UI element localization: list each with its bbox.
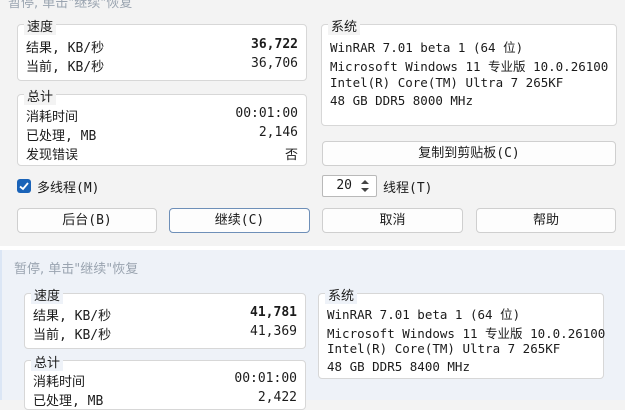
speed-group: 速度 结果, KB/秒 36,722 当前, KB/秒 36,706 [17, 16, 307, 81]
result-speed-label: 结果, KB/秒 [26, 41, 105, 56]
threads-spinner[interactable]: 20 [322, 175, 377, 197]
system-line-winrar-2: WinRAR 7.01 beta 1 (64 位) [327, 307, 521, 322]
totals-group-2: 总计 消耗时间 00:01:00 已处理, MB 2,422 [24, 352, 306, 410]
processed-value: 2,146 [258, 125, 298, 140]
cancel-button[interactable]: 取消 [322, 208, 463, 233]
result-speed-label-2: 结果, KB/秒 [33, 309, 112, 324]
errors-row: 发现错误 否 [26, 144, 298, 163]
processed-row-2: 已处理, MB 2,422 [33, 390, 297, 409]
elapsed-row-2: 消耗时间 00:01:00 [33, 371, 297, 390]
system-group-title-2: 系统 [325, 285, 358, 304]
system-line-winrar: WinRAR 7.01 beta 1 (64 位) [330, 40, 524, 55]
elapsed-label-2: 消耗时间 [33, 375, 86, 390]
system-line-memory: 48 GB DDR5 8000 MHz [330, 93, 473, 108]
processed-label: 已处理, MB [26, 129, 97, 144]
system-line-os-2: Microsoft Windows 11 专业版 10.0.26100 [327, 326, 606, 341]
check-icon [19, 182, 29, 191]
errors-label: 发现错误 [26, 148, 79, 163]
system-line-memory-2: 48 GB DDR5 8400 MHz [327, 359, 470, 374]
threads-label: 线程(T) [383, 181, 433, 196]
current-speed-label-2: 当前, KB/秒 [33, 328, 112, 343]
result-speed-value-2: 41,781 [250, 305, 297, 320]
current-speed-value-2: 41,369 [250, 324, 297, 339]
processed-row: 已处理, MB 2,146 [26, 125, 298, 144]
totals-group-title: 总计 [24, 86, 57, 105]
threads-value[interactable]: 20 [336, 178, 352, 193]
current-speed-value: 36,706 [251, 56, 298, 71]
benchmark-panel-1: 暂停, 单击"继续"恢复 速度 结果, KB/秒 36,722 当前, KB/秒… [0, 0, 625, 246]
copy-to-clipboard-button[interactable]: 复制到剪贴板(C) [322, 141, 616, 166]
system-group: 系统 WinRAR 7.01 beta 1 (64 位) Microsoft W… [321, 16, 617, 126]
system-group-title: 系统 [328, 16, 361, 35]
speed-group-2: 速度 结果, KB/秒 41,781 当前, KB/秒 41,369 [24, 285, 306, 349]
help-button[interactable]: 帮助 [476, 208, 616, 233]
result-speed-row: 结果, KB/秒 36,722 [26, 37, 298, 56]
status-title-2: 暂停, 单击"继续"恢复 [14, 262, 139, 277]
system-line-cpu-2: Intel(R) Core(TM) Ultra 7 265KF [327, 341, 561, 356]
status-title: 暂停, 单击"继续"恢复 [8, 0, 133, 11]
benchmark-panel-2: 暂停, 单击"继续"恢复 速度 结果, KB/秒 41,781 当前, KB/秒… [0, 250, 625, 410]
totals-group-title-2: 总计 [31, 352, 64, 371]
background-button[interactable]: 后台(B) [17, 208, 157, 233]
elapsed-value-2: 00:01:00 [234, 371, 297, 386]
errors-value: 否 [284, 148, 298, 163]
multithread-label[interactable]: 多线程(M) [37, 177, 99, 196]
current-speed-row: 当前, KB/秒 36,706 [26, 56, 298, 75]
processed-value-2: 2,422 [257, 390, 297, 405]
totals-group: 总计 消耗时间 00:01:00 已处理, MB 2,146 发现错误 否 [17, 86, 307, 166]
elapsed-label: 消耗时间 [26, 110, 79, 125]
system-group-2: 系统 WinRAR 7.01 beta 1 (64 位) Microsoft W… [318, 285, 606, 379]
speed-group-title: 速度 [24, 16, 57, 35]
elapsed-row: 消耗时间 00:01:00 [26, 106, 298, 125]
current-speed-row-2: 当前, KB/秒 41,369 [33, 324, 297, 343]
multithread-checkbox[interactable] [17, 179, 31, 193]
result-speed-row-2: 结果, KB/秒 41,781 [33, 305, 297, 324]
current-speed-label: 当前, KB/秒 [26, 60, 105, 75]
system-line-cpu: Intel(R) Core(TM) Ultra 7 265KF [330, 75, 564, 90]
continue-button[interactable]: 继续(C) [169, 208, 310, 233]
speed-group-title-2: 速度 [31, 285, 64, 304]
elapsed-value: 00:01:00 [235, 106, 298, 121]
result-speed-value: 36,722 [251, 37, 298, 52]
up-down-arrows-icon[interactable] [356, 177, 374, 195]
system-line-os: Microsoft Windows 11 专业版 10.0.26100 [330, 59, 609, 74]
